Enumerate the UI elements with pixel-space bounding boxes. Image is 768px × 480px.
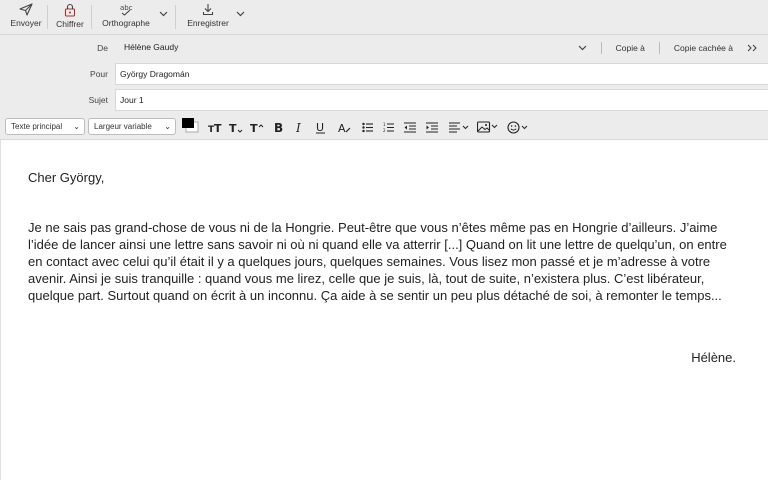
- encrypt-label: Chiffrer: [56, 19, 84, 29]
- paragraph-style-select[interactable]: Texte principal ⌄: [5, 118, 85, 135]
- send-label: Envoyer: [10, 18, 42, 28]
- format-bar: Texte principal ⌄ Largeur variable ⌄ T T…: [0, 113, 768, 140]
- to-label: Pour: [90, 69, 108, 79]
- compose-toolbar: Envoyer Chiffrer abc Orthographe Enregis…: [0, 0, 768, 35]
- smiley-icon: [507, 120, 528, 134]
- align-left-icon: [449, 121, 469, 133]
- to-row: Pour György Dragomán: [0, 61, 768, 87]
- from-tools: Copie à Copie cachée à: [578, 35, 758, 61]
- emoji-button[interactable]: [507, 119, 529, 135]
- chevron-down-icon[interactable]: [578, 45, 587, 51]
- subject-row: Sujet Jour 1: [0, 87, 768, 113]
- bold-icon: B: [274, 121, 283, 133]
- send-button[interactable]: Envoyer: [8, 3, 44, 31]
- chevron-down-icon[interactable]: [159, 11, 168, 17]
- underline-icon: U: [316, 121, 325, 134]
- svg-text:A: A: [338, 122, 346, 133]
- chevron-down-icon: ⌄: [73, 122, 80, 131]
- svg-text:T: T: [229, 122, 237, 133]
- italic-icon: I: [296, 121, 301, 133]
- svg-text:B: B: [274, 121, 283, 133]
- spellcheck-icon: abc: [120, 4, 133, 16]
- font-size-reset-button[interactable]: T T: [208, 119, 222, 135]
- message-header: De Hélène Gaudy Copie à Copie cachée à P…: [0, 35, 768, 113]
- font-size-increase-button[interactable]: T: [250, 119, 264, 135]
- text-style-button[interactable]: A: [338, 119, 351, 135]
- svg-text:1: 1: [383, 122, 386, 127]
- bcc-button[interactable]: Copie cachée à: [674, 43, 733, 53]
- body-paragraph: Je ne sais pas grand-chose de vous ni de…: [28, 220, 727, 303]
- download-icon: [202, 4, 214, 16]
- send-icon: [19, 3, 33, 16]
- svg-text:2: 2: [383, 128, 386, 133]
- signature-text: Hélène.: [691, 350, 736, 365]
- font-size-icon: T T: [208, 122, 222, 133]
- text-color-swatch[interactable]: [181, 117, 199, 133]
- width-style-select[interactable]: Largeur variable ⌄: [88, 118, 176, 135]
- color-swatch-icon: [182, 118, 199, 133]
- from-row: De Hélène Gaudy Copie à Copie cachée à: [0, 35, 768, 61]
- svg-text:abc: abc: [120, 4, 133, 12]
- save-label: Enregistrer: [187, 18, 229, 28]
- chevron-down-icon: ⌄: [164, 122, 171, 131]
- toolbar-divider: [175, 5, 176, 29]
- text-style-icon: A: [338, 122, 351, 133]
- greeting-text: Cher György,: [28, 170, 105, 185]
- font-size-decrease-button[interactable]: T: [229, 119, 243, 135]
- lock-icon: [64, 3, 76, 17]
- subject-label: Sujet: [88, 95, 108, 105]
- indent-button[interactable]: [426, 119, 438, 135]
- numbered-list-button[interactable]: 1 2: [383, 119, 395, 135]
- svg-text:T: T: [214, 122, 222, 133]
- image-icon: [477, 121, 498, 133]
- decrease-font-icon: T: [229, 122, 243, 133]
- cc-button[interactable]: Copie à: [616, 43, 645, 53]
- spelling-label: Orthographe: [102, 18, 150, 28]
- width-style-value: Largeur variable: [94, 122, 152, 131]
- double-chevron-right-icon[interactable]: [747, 44, 758, 52]
- outdent-button[interactable]: [404, 119, 416, 135]
- alignment-button[interactable]: [449, 119, 469, 135]
- toolbar-divider: [47, 5, 48, 29]
- svg-text:T: T: [250, 122, 258, 133]
- paragraph-style-value: Texte principal: [11, 122, 63, 131]
- encrypt-button[interactable]: Chiffrer: [53, 3, 87, 31]
- bullet-list-icon: [362, 122, 373, 132]
- insert-image-button[interactable]: [477, 119, 499, 135]
- italic-button[interactable]: I: [296, 119, 304, 135]
- toolbar-divider: [91, 5, 92, 29]
- numbered-list-icon: 1 2: [383, 122, 394, 133]
- outdent-icon: [404, 121, 416, 133]
- chevron-down-icon[interactable]: [236, 11, 245, 17]
- indent-icon: [426, 121, 438, 133]
- increase-font-icon: T: [250, 122, 264, 133]
- svg-text:U: U: [316, 121, 324, 134]
- spelling-button[interactable]: abc Orthographe: [99, 3, 153, 31]
- underline-button[interactable]: U: [316, 119, 326, 135]
- save-button[interactable]: Enregistrer: [185, 3, 231, 31]
- bullet-list-button[interactable]: [362, 119, 374, 135]
- message-body[interactable]: Cher György, Je ne sais pas grand-chose …: [0, 140, 768, 480]
- bold-button[interactable]: B: [274, 119, 284, 135]
- from-label: De: [97, 43, 108, 53]
- divider: [600, 42, 602, 54]
- to-field[interactable]: György Dragomán: [115, 63, 768, 85]
- divider: [658, 42, 660, 54]
- svg-text:I: I: [296, 121, 301, 133]
- subject-field[interactable]: Jour 1: [115, 89, 768, 111]
